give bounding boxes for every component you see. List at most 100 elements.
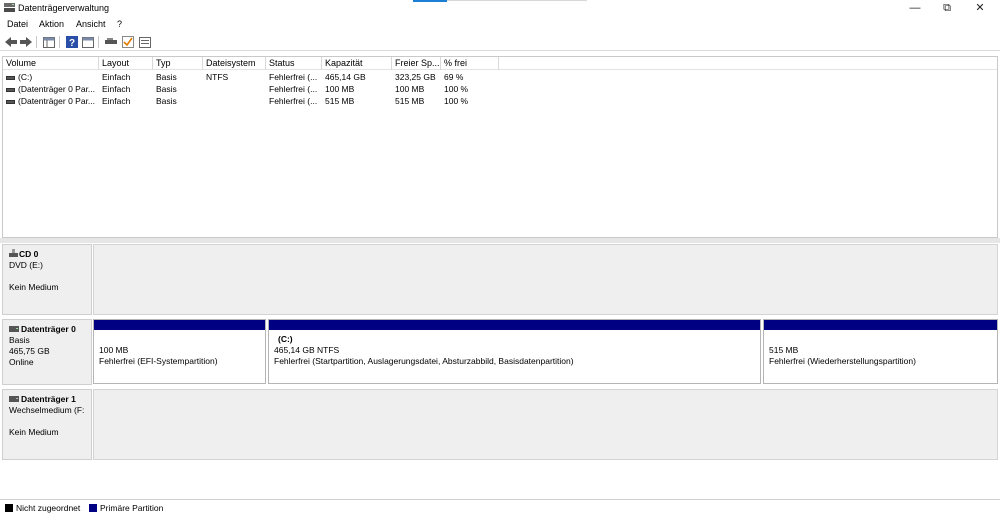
svg-text:?: ? — [68, 38, 74, 48]
properties-view-icon[interactable] — [81, 36, 94, 48]
volume-list-header: Volume Layout Typ Dateisystem Status Kap… — [3, 57, 997, 70]
title-accent — [413, 0, 447, 2]
disk-info-line1: DVD (E:) — [9, 260, 43, 270]
partition-efi[interactable]: 100 MB Fehlerfrei (EFI-Systempartition) — [93, 319, 266, 384]
help-icon[interactable]: ? — [65, 36, 78, 48]
dateisystem-cell: NTFS — [206, 72, 229, 82]
column-volume[interactable]: Volume — [3, 57, 99, 70]
table-row[interactable]: (Datenträger 0 Par... Einfach Basis Fehl… — [3, 83, 997, 95]
kapazitaet-cell: 465,14 GB — [325, 72, 366, 82]
prozent-frei-cell: 69 % — [444, 72, 464, 82]
disk-label-disk1[interactable]: Datenträger 1 Wechselmedium (F: Kein Med… — [2, 389, 92, 460]
column-dateisystem[interactable]: Dateisystem — [203, 57, 266, 70]
column-freier-speicher[interactable]: Freier Sp... — [392, 57, 441, 70]
layout-cell: Einfach — [102, 72, 131, 82]
prozent-frei-cell: 100 % — [444, 96, 469, 106]
column-typ[interactable]: Typ — [153, 57, 203, 70]
partition-status: Fehlerfrei (Startpartition, Auslagerungs… — [274, 356, 574, 366]
partition-text: 515 MB Fehlerfrei (Wiederherstellungspar… — [769, 334, 916, 367]
column-status[interactable]: Status — [266, 57, 322, 70]
dateisystem-cell — [203, 95, 266, 107]
rescan-icon[interactable] — [138, 36, 151, 48]
toolbar-separator — [98, 36, 99, 48]
partition-status: Fehlerfrei (Wiederherstellungspartition) — [769, 356, 916, 366]
disk-info-line3: Online — [9, 357, 34, 367]
back-arrow-icon[interactable] — [4, 36, 17, 48]
column-layout[interactable]: Layout — [99, 57, 153, 70]
drive-icon — [6, 75, 15, 80]
window-title: Datenträgerverwaltung — [18, 3, 110, 13]
partition-c[interactable]: (C:) 465,14 GB NTFS Fehlerfrei (Startpar… — [268, 319, 761, 384]
disk-info-line3: Kein Medium — [9, 282, 59, 292]
title-divider — [447, 0, 587, 1]
menu-datei[interactable]: Datei — [7, 19, 28, 29]
partition-text: (C:) 465,14 GB NTFS Fehlerfrei (Startpar… — [274, 334, 574, 367]
drive-icon — [6, 99, 15, 104]
forward-arrow-icon[interactable] — [19, 36, 32, 48]
typ-cell: Basis — [156, 72, 177, 82]
console-tree-icon[interactable] — [42, 36, 55, 48]
menu-ansicht[interactable]: Ansicht — [76, 19, 106, 29]
disk-label-disk0[interactable]: Datenträger 0 Basis 465,75 GB Online — [2, 319, 92, 385]
toolbar-separator — [36, 36, 37, 48]
disk-info-line2 — [9, 271, 85, 282]
menu-help[interactable]: ? — [117, 19, 122, 29]
partition-size: 100 MB — [99, 345, 129, 355]
kapazitaet-cell: 100 MB — [325, 84, 355, 94]
disk-body-disk1 — [93, 389, 998, 460]
disk-management-app-icon — [4, 3, 15, 12]
disk-info-line1: Basis — [9, 335, 30, 345]
restore-button[interactable]: ⧉ — [932, 0, 962, 16]
checklist-icon[interactable] — [121, 36, 134, 48]
typ-cell: Basis — [156, 96, 177, 106]
disk-name-text: Datenträger 1 — [21, 394, 76, 404]
column-prozent-frei[interactable]: % frei — [441, 57, 499, 70]
partition-bar — [94, 320, 265, 330]
disk-body-cd0 — [93, 244, 998, 315]
disk-name-text: CD 0 — [19, 249, 39, 259]
disk-info-line2 — [9, 416, 85, 427]
disk-label-cd0[interactable]: CD 0 DVD (E:) Kein Medium — [2, 244, 92, 315]
volume-cell: (Datenträger 0 Par... — [3, 83, 99, 95]
toolbar: ? — [0, 33, 1000, 51]
menu-aktion[interactable]: Aktion — [39, 19, 64, 29]
drive-icon — [6, 87, 15, 92]
status-cell: Fehlerfrei (... — [269, 72, 318, 82]
freier-speicher-cell: 323,25 GB — [395, 72, 436, 82]
disk-info-line2: 465,75 GB — [9, 346, 50, 356]
freier-speicher-cell: 515 MB — [395, 96, 425, 106]
partition-title — [99, 334, 218, 345]
partition-title: (C:) — [278, 334, 293, 344]
freier-speicher-cell: 100 MB — [395, 84, 425, 94]
disk-name: CD 0 — [9, 249, 85, 260]
partition-bar — [764, 320, 997, 330]
volume-name: (Datenträger 0 Par... — [18, 96, 96, 106]
legend-bar: Nicht zugeordnet Primäre Partition — [0, 499, 1000, 515]
removable-disk-icon — [9, 396, 19, 402]
minimize-button[interactable]: — — [900, 0, 930, 16]
pane-splitter[interactable] — [0, 238, 1000, 243]
legend-label-primary: Primäre Partition — [100, 503, 164, 513]
partition-size: 465,14 GB NTFS — [274, 345, 340, 355]
close-button[interactable]: ✕ — [965, 0, 995, 16]
typ-cell: Basis — [156, 84, 177, 94]
table-row[interactable]: (C:) Einfach Basis NTFS Fehlerfrei (... … — [3, 71, 997, 83]
disk-info-line3: Kein Medium — [9, 427, 59, 437]
hard-disk-icon — [9, 326, 19, 332]
layout-cell: Einfach — [102, 96, 131, 106]
legend-swatch-unallocated — [5, 504, 13, 512]
legend-swatch-primary — [89, 504, 97, 512]
toolbar-separator — [59, 36, 60, 48]
dateisystem-cell — [203, 83, 266, 95]
disk-name: Datenträger 0 — [9, 324, 85, 335]
volume-cell: (Datenträger 0 Par... — [3, 95, 99, 107]
partition-size: 515 MB — [769, 345, 799, 355]
column-kapazitaet[interactable]: Kapazität — [322, 57, 392, 70]
cd-drive-icon — [9, 249, 18, 257]
disk-name: Datenträger 1 — [9, 394, 85, 405]
connect-drive-icon[interactable] — [104, 36, 117, 48]
volume-list[interactable]: Volume Layout Typ Dateisystem Status Kap… — [2, 56, 998, 238]
table-row[interactable]: (Datenträger 0 Par... Einfach Basis Fehl… — [3, 95, 997, 107]
partition-bar — [269, 320, 760, 330]
partition-recovery[interactable]: 515 MB Fehlerfrei (Wiederherstellungspar… — [763, 319, 998, 384]
